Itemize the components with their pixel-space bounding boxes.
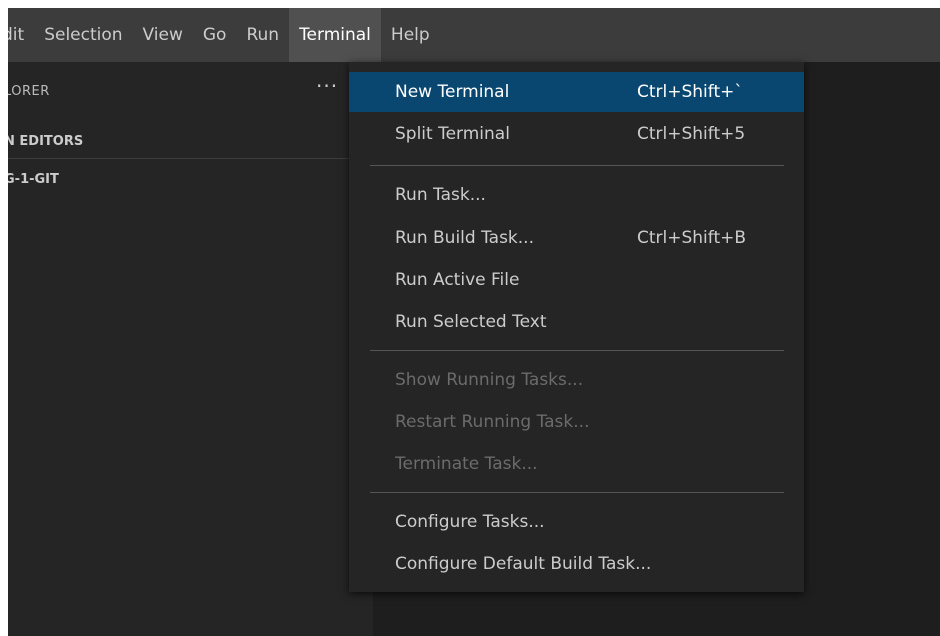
explorer-title: LORER: [8, 84, 50, 99]
menu-item-configure-tasks[interactable]: Configure Tasks...: [349, 502, 804, 542]
menu-item-label: Run Selected Text: [395, 312, 547, 332]
menu-edit[interactable]: dit: [8, 8, 34, 62]
menu-selection[interactable]: Selection: [34, 8, 132, 62]
menu-item-run-active-file[interactable]: Run Active File: [349, 260, 804, 300]
section-divider: [8, 158, 373, 159]
menu-item-split-terminal[interactable]: Split Terminal Ctrl+Shift+5: [349, 114, 804, 154]
workspace-folder-header[interactable]: G-1-GIT: [8, 172, 59, 187]
menu-separator: [370, 165, 784, 166]
menu-item-run-task[interactable]: Run Task...: [349, 175, 804, 215]
explorer-sidebar: LORER ··· N EDITORS G-1-GIT: [8, 62, 373, 636]
menu-item-configure-default-build-task[interactable]: Configure Default Build Task...: [349, 544, 804, 584]
menu-item-run-selected-text[interactable]: Run Selected Text: [349, 302, 804, 342]
menu-run[interactable]: Run: [236, 8, 289, 62]
menu-item-restart-running-task: Restart Running Task...: [349, 402, 804, 442]
menu-item-label: Show Running Tasks...: [395, 370, 584, 390]
menu-item-shortcut: Ctrl+Shift+`: [637, 82, 743, 102]
menu-separator: [370, 492, 784, 493]
menu-separator: [370, 350, 784, 351]
menu-item-label: Configure Tasks...: [395, 512, 545, 532]
menu-help[interactable]: Help: [381, 8, 440, 62]
menu-item-new-terminal[interactable]: New Terminal Ctrl+Shift+`: [349, 72, 804, 112]
menu-item-label: Run Build Task...: [395, 228, 534, 248]
menu-item-shortcut: Ctrl+Shift+5: [637, 124, 746, 144]
menu-item-run-build-task[interactable]: Run Build Task... Ctrl+Shift+B: [349, 218, 804, 258]
menu-item-label: New Terminal: [395, 82, 510, 102]
menu-item-label: Run Task...: [395, 185, 486, 205]
menu-item-shortcut: Ctrl+Shift+B: [637, 228, 747, 248]
menu-item-terminate-task: Terminate Task...: [349, 444, 804, 484]
menu-item-label: Split Terminal: [395, 124, 510, 144]
menu-item-label: Terminate Task...: [395, 454, 538, 474]
menu-terminal[interactable]: Terminal: [289, 8, 381, 62]
menu-item-label: Run Active File: [395, 270, 520, 290]
menu-bar: dit Selection View Go Run Terminal Help: [8, 8, 940, 62]
open-editors-header[interactable]: N EDITORS: [8, 134, 83, 149]
menu-view[interactable]: View: [133, 8, 193, 62]
vscode-window: dit Selection View Go Run Terminal Help …: [8, 8, 940, 636]
menu-item-label: Restart Running Task...: [395, 412, 590, 432]
more-actions-icon[interactable]: ···: [316, 76, 338, 96]
menu-item-show-running-tasks: Show Running Tasks...: [349, 360, 804, 400]
menu-go[interactable]: Go: [193, 8, 237, 62]
menu-item-label: Configure Default Build Task...: [395, 554, 652, 574]
terminal-menu-dropdown: New Terminal Ctrl+Shift+` Split Terminal…: [349, 62, 804, 592]
